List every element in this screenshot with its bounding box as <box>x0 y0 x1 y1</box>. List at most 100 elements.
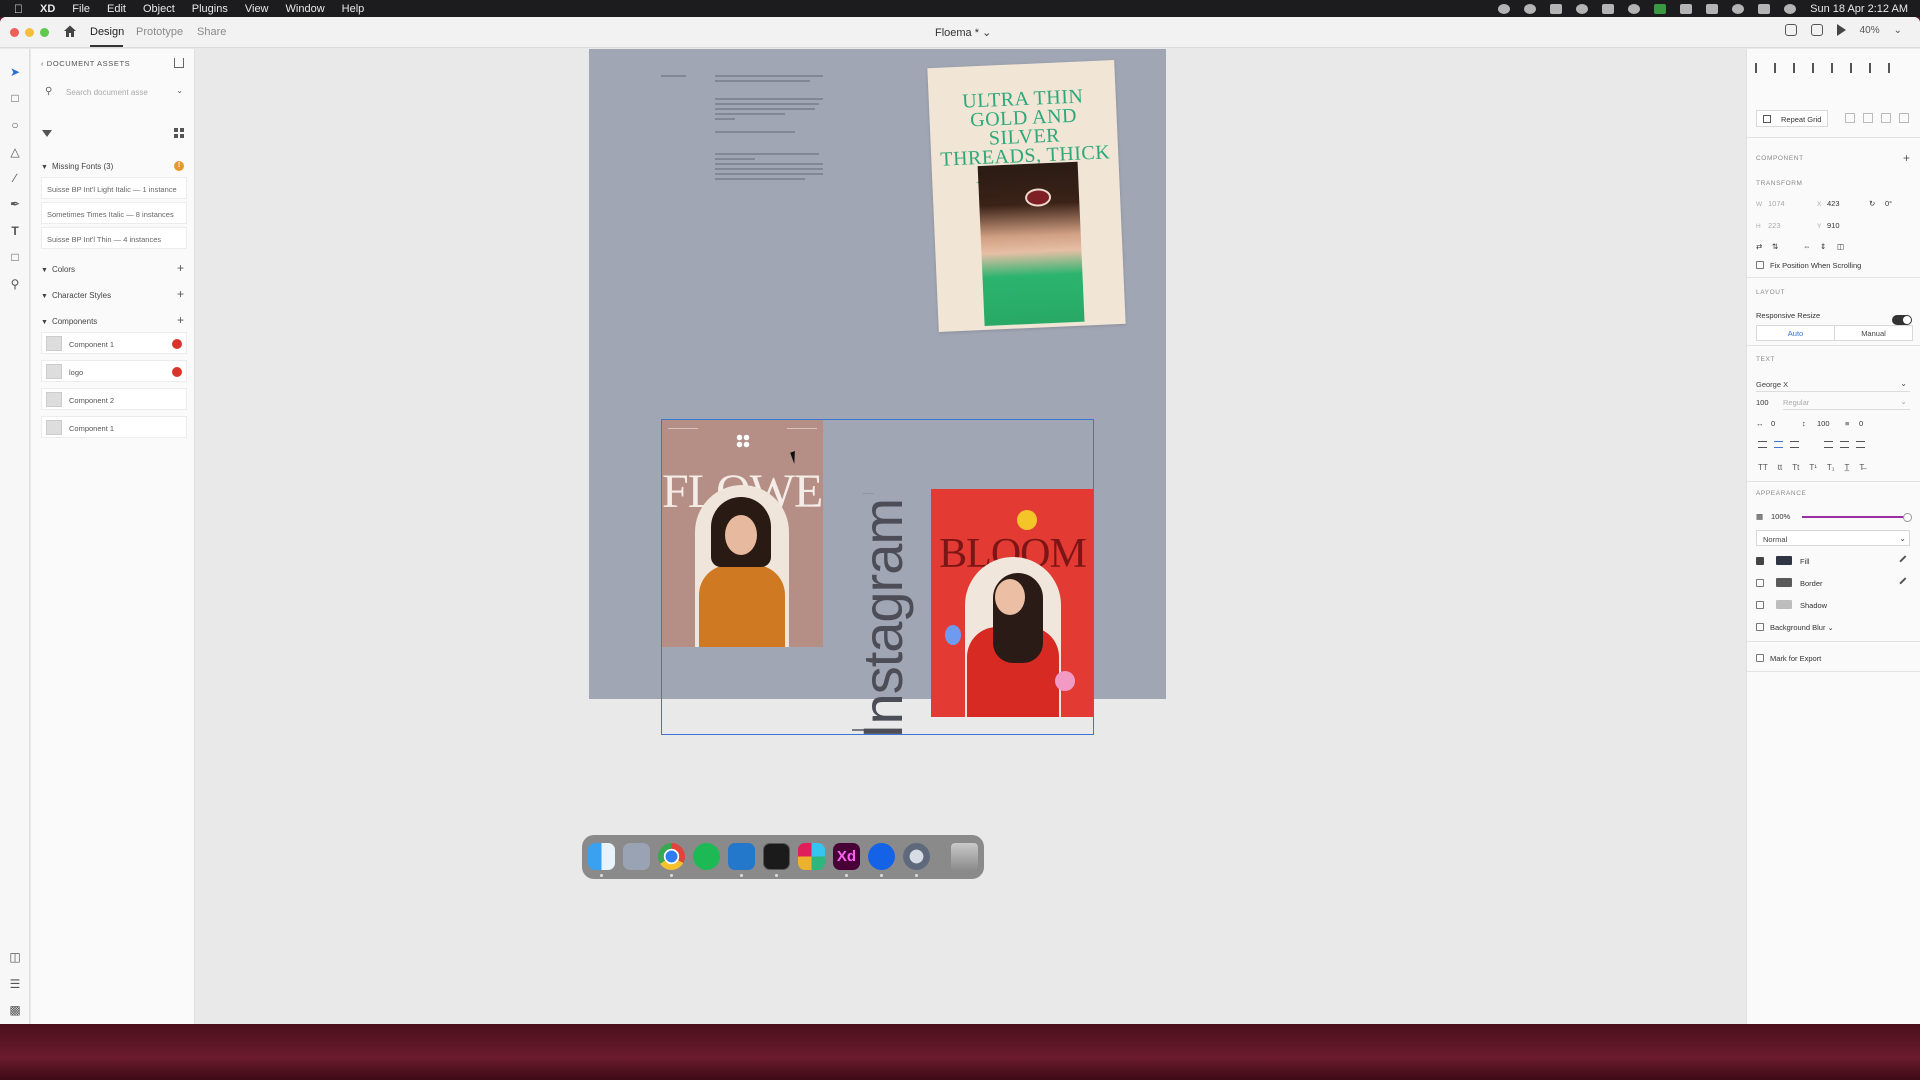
finder-icon[interactable] <box>588 843 615 870</box>
poster-ultra-thin[interactable]: ULTRA THIN GOLD AND SILVER THREADS, THIC… <box>927 60 1126 332</box>
rectangle-tool-icon[interactable]: □ <box>8 91 22 105</box>
text-fixed-icon[interactable] <box>1856 441 1865 448</box>
align-middle-icon[interactable] <box>1774 63 1784 73</box>
menu-edit[interactable]: Edit <box>107 3 126 15</box>
chrome-icon[interactable] <box>658 843 685 870</box>
repeat-grid-button[interactable]: Repeat Grid <box>1756 110 1828 127</box>
resize-auto-button[interactable]: Auto <box>1756 325 1835 341</box>
uppercase-icon[interactable]: TT <box>1758 463 1768 472</box>
border-checkbox[interactable] <box>1756 579 1764 587</box>
rotation-field[interactable]: 0° <box>1885 199 1892 208</box>
subscript-icon[interactable]: T₁ <box>1827 463 1835 472</box>
plugins-panel-icon[interactable]: ▩ <box>8 1003 22 1017</box>
menu-view[interactable]: View <box>245 3 269 15</box>
add-component-icon[interactable]: + <box>1903 151 1910 165</box>
spotlight-icon[interactable] <box>1732 3 1745 14</box>
distribute-horizontal-icon[interactable] <box>1888 63 1898 73</box>
subtract-boolean-icon[interactable] <box>1863 113 1873 123</box>
polygon-tool-icon[interactable]: △ <box>8 145 22 159</box>
selection-box[interactable] <box>661 419 1094 735</box>
assets-panel-icon[interactable]: ◫ <box>8 950 22 964</box>
border-swatch[interactable] <box>1776 578 1792 587</box>
align-right-icon[interactable] <box>1869 63 1879 73</box>
tab-share[interactable]: Share <box>197 26 226 38</box>
zoom-chevron-icon[interactable]: ⌄ <box>1894 25 1902 36</box>
add-boolean-icon[interactable] <box>1845 113 1855 123</box>
blend-mode-select[interactable]: Normal ⌄ <box>1756 530 1910 546</box>
text-autowidth-icon[interactable] <box>1824 441 1833 448</box>
shadow-swatch[interactable] <box>1776 600 1792 609</box>
vscode-icon[interactable] <box>728 843 755 870</box>
text-align-left-icon[interactable] <box>1758 441 1767 448</box>
trash-icon[interactable] <box>951 843 978 870</box>
component-item[interactable]: Component 2 <box>41 388 187 410</box>
preview-play-icon[interactable] <box>1836 24 1846 36</box>
broken-link-icon[interactable] <box>172 367 182 377</box>
minimize-window-button[interactable] <box>25 28 34 37</box>
menu-window[interactable]: Window <box>286 3 325 15</box>
component-item[interactable]: Component 1 <box>41 416 187 438</box>
text-tool-icon[interactable]: T <box>8 224 22 238</box>
missing-font-item[interactable]: Suisse BP Int'l Thin — 4 instances <box>41 227 187 249</box>
align-center-icon[interactable] <box>1850 63 1860 73</box>
x-field[interactable]: 423 <box>1827 199 1840 208</box>
creative-cloud-icon[interactable] <box>1524 3 1537 14</box>
rotation-icon[interactable]: ↻ <box>1869 199 1875 208</box>
font-size-field[interactable]: 100 <box>1756 398 1769 407</box>
menu-app-name[interactable]: XD <box>40 3 55 15</box>
width-field[interactable]: 1074 <box>1768 199 1785 208</box>
assets-search[interactable]: ⚲ Search document asse ⌄ <box>41 83 187 101</box>
record-icon[interactable] <box>1498 3 1511 14</box>
tab-prototype[interactable]: Prototype <box>136 26 183 38</box>
menu-clock[interactable]: Sun 18 Apr 2:12 AM <box>1810 3 1908 15</box>
superscript-icon[interactable]: T¹ <box>1809 463 1817 472</box>
user-icon[interactable] <box>1784 24 1797 36</box>
maps-pin-icon[interactable] <box>868 843 895 870</box>
scroll-group-icon[interactable]: ◫ <box>1837 242 1844 251</box>
paragraph-spacing-field[interactable]: 0 <box>1859 419 1863 428</box>
device-preview-icon[interactable] <box>1810 24 1823 36</box>
assets-header[interactable]: ‹ DOCUMENT ASSETS <box>41 59 130 68</box>
menu-file[interactable]: File <box>72 3 90 15</box>
exclude-boolean-icon[interactable] <box>1899 113 1909 123</box>
menu-help[interactable]: Help <box>342 3 365 15</box>
battery-icon[interactable] <box>1654 3 1667 14</box>
components-section[interactable]: ▼ Components <box>41 317 97 326</box>
line-tool-icon[interactable]: ∕ <box>8 171 22 185</box>
menu-plugins[interactable]: Plugins <box>192 3 228 15</box>
fix-position-checkbox[interactable] <box>1756 261 1764 269</box>
shadow-checkbox[interactable] <box>1756 601 1764 609</box>
height-field[interactable]: 223 <box>1768 221 1781 230</box>
grid-view-icon[interactable] <box>174 128 184 138</box>
chevron-down-icon[interactable]: ⌄ <box>176 86 183 95</box>
fill-swatch[interactable] <box>1776 556 1792 565</box>
share-icon[interactable] <box>174 58 184 68</box>
text-autoheight-icon[interactable] <box>1840 441 1849 448</box>
ring-icon[interactable] <box>1576 3 1589 14</box>
eyedropper-icon[interactable] <box>1899 555 1911 567</box>
add-character-style-icon[interactable]: + <box>177 287 184 301</box>
resize-manual-button[interactable]: Manual <box>1834 325 1913 341</box>
lowercase-icon[interactable]: tt <box>1778 463 1782 472</box>
font-weight-select[interactable]: Regular ⌄ <box>1783 394 1910 410</box>
missing-font-item[interactable]: Sometimes Times Italic — 8 instances <box>41 202 187 224</box>
font-family-select[interactable]: George X ⌄ <box>1756 376 1910 392</box>
stack-icon[interactable]: ⇕ <box>1820 242 1826 251</box>
background-blur-checkbox[interactable] <box>1756 623 1764 631</box>
titlecase-icon[interactable]: Tt <box>1792 463 1799 472</box>
artboard-tool-icon[interactable]: □ <box>8 250 22 264</box>
filter-icon[interactable] <box>42 130 52 137</box>
fill-checkbox[interactable] <box>1756 557 1764 565</box>
quicktime-icon[interactable] <box>903 843 930 870</box>
component-item[interactable]: logo <box>41 360 187 382</box>
zoom-level[interactable]: 40% <box>1860 25 1880 36</box>
underline-icon[interactable]: T̲ <box>1845 463 1850 472</box>
eyedropper-icon[interactable] <box>1899 577 1911 589</box>
align-top-icon[interactable] <box>1755 63 1765 73</box>
home-icon[interactable] <box>63 24 77 38</box>
char-spacing-field[interactable]: 0 <box>1771 419 1775 428</box>
missing-font-item[interactable]: Suisse BP Int'l Light Italic — 1 instanc… <box>41 177 187 199</box>
search-input[interactable]: Search document asse <box>66 88 148 97</box>
character-styles-section[interactable]: ▼ Character Styles <box>41 291 111 300</box>
pen-tool-icon[interactable]: ✒ <box>8 197 22 211</box>
